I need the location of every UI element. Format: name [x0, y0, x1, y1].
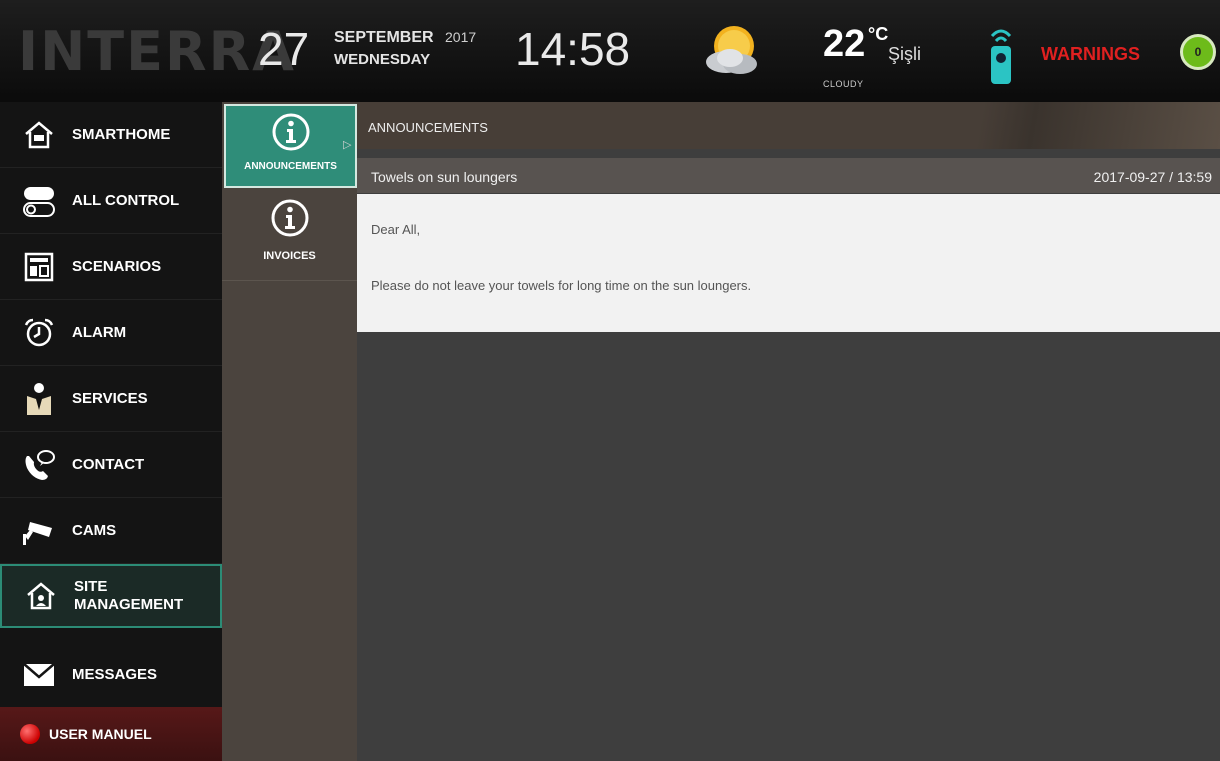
message-date: 2017-09-27 / 13:59 [1093, 169, 1212, 185]
sidebar-item-label: SMARTHOME [72, 126, 171, 143]
sidebar-item-contact[interactable]: CONTACT [0, 432, 222, 498]
sidebar-item-label: SITE MANAGEMENT [74, 578, 184, 613]
sidebar-item-all-control[interactable]: ALL CONTROL [0, 168, 222, 234]
sidebar-item-site-management[interactable]: SITE MANAGEMENT [0, 564, 222, 628]
warnings-count-badge[interactable]: 0 [1180, 34, 1216, 70]
home-icon [22, 118, 56, 152]
weather-condition: CLOUDY [823, 79, 864, 89]
subnav-divider [222, 280, 357, 281]
subnav-item-announcements[interactable]: ANNOUNCEMENTS [224, 104, 357, 188]
date-month: SEPTEMBER [334, 29, 434, 46]
brand-logo: INTERRA [18, 20, 296, 83]
weather-city: Şişli [888, 44, 922, 64]
sidebar-item-label: ALL CONTROL [72, 192, 180, 209]
date-weekday: WEDNESDAY [334, 51, 431, 68]
date-year: 2017 [445, 29, 477, 45]
sidebar-item-alarm[interactable]: ALARM [0, 300, 222, 366]
phone-chat-icon [22, 448, 56, 482]
page-title: ANNOUNCEMENTS [368, 120, 488, 135]
site-home-icon [24, 579, 58, 613]
play-arrow-icon: ▷ [343, 139, 352, 151]
message-body: Dear All, Please do not leave your towel… [357, 194, 1220, 332]
date-day: 27 [258, 23, 310, 75]
envelope-icon [22, 658, 56, 692]
sidebar-item-label: CONTACT [72, 456, 145, 473]
info-icon [271, 112, 311, 157]
sidebar-item-label: ALARM [72, 324, 127, 341]
sidebar-item-cams[interactable]: CAMS [0, 498, 222, 564]
subnav-item-label: INVOICES [263, 250, 316, 262]
message-header-row[interactable]: Towels on sun loungers 2017-09-27 / 13:5… [357, 158, 1220, 193]
waiter-icon [22, 382, 56, 416]
content-header: ANNOUNCEMENTS [357, 102, 1220, 149]
sidebar-item-messages[interactable]: MESSAGES [0, 642, 222, 708]
sidebar-item-label: CAMS [72, 522, 117, 539]
info-icon [270, 198, 310, 243]
message-subject: Towels on sun loungers [371, 169, 518, 185]
message-greeting: Dear All, [371, 222, 421, 237]
main-content: ANNOUNCEMENTS Towels on sun loungers 201… [357, 102, 1220, 761]
sidebar-item-services[interactable]: SERVICES [0, 366, 222, 432]
warnings-label[interactable]: WARNINGS [1041, 44, 1140, 65]
temperature-unit: °C [868, 24, 889, 44]
toggle-icon [22, 184, 56, 218]
alarm-clock-icon [22, 316, 56, 350]
remote-signal-icon[interactable] [988, 24, 1014, 88]
message-text: Please do not leave your towels for long… [371, 278, 752, 293]
sidebar-item-label: MESSAGES [72, 666, 158, 683]
subnav-item-label: ANNOUNCEMENTS [244, 161, 337, 172]
subnav-item-invoices[interactable]: INVOICES [222, 192, 357, 282]
user-manual-button[interactable]: USER MANUEL [0, 707, 222, 761]
sidebar-item-label: SCENARIOS [72, 258, 162, 275]
clock-time: 14:58 [515, 23, 631, 75]
top-bar: INTERRA 27 SEPTEMBER 2017 WEDNESDAY 14:5… [0, 0, 1220, 102]
scenario-icon [22, 250, 56, 284]
camera-icon [22, 514, 56, 548]
sub-navigation: ANNOUNCEMENTS INVOICES [222, 102, 357, 761]
sidebar-item-scenarios[interactable]: SCENARIOS [0, 234, 222, 300]
main-sidebar: SMARTHOME ALL CONTROL SCENARIOS ALARM SE… [0, 102, 222, 761]
sidebar-item-label: SERVICES [72, 390, 148, 407]
temperature-value: 22 [823, 23, 866, 65]
sidebar-item-smarthome[interactable]: SMARTHOME [0, 102, 222, 168]
cloudy-sun-icon [706, 26, 757, 74]
red-dot-icon [20, 724, 40, 744]
user-manual-label: USER MANUEL [49, 726, 152, 742]
